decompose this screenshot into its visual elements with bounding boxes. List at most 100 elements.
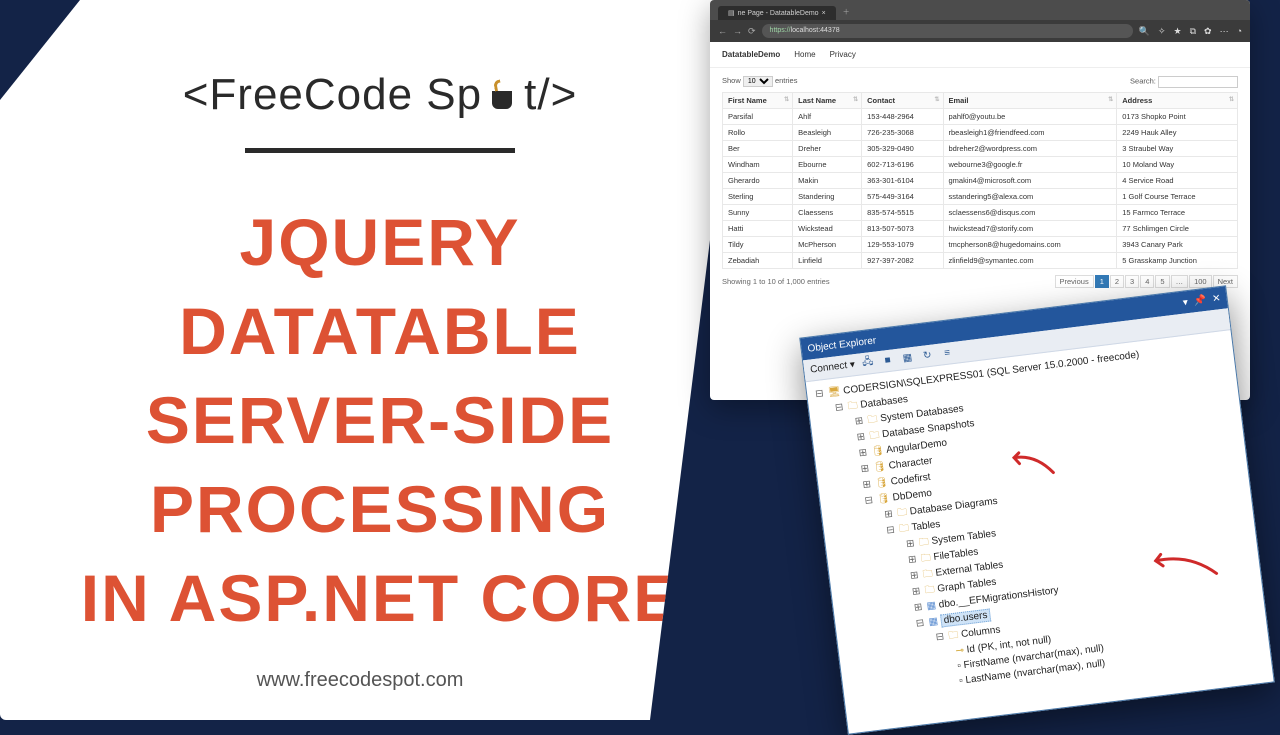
search-label: Search: (1130, 77, 1156, 86)
table-cell: 4 Service Road (1117, 173, 1238, 189)
datatable-length: Show 10 entries (722, 76, 797, 88)
table-cell: Ahlf (793, 109, 862, 125)
table-cell: Parsifal (723, 109, 793, 125)
pin-icon[interactable]: 📌 (1193, 294, 1207, 306)
new-tab-button[interactable]: ＋ (838, 4, 855, 20)
table-cell: Sunny (723, 205, 793, 221)
col-email[interactable]: Email (943, 93, 1117, 109)
close-icon[interactable]: ✕ (1212, 293, 1222, 305)
refresh-icon[interactable]: ⟳ (748, 26, 756, 37)
url-port: :44378 (818, 27, 839, 34)
datatable-info: Showing 1 to 10 of 1,000 entries (722, 277, 830, 286)
table-cell: 305-329-0490 (862, 141, 943, 157)
table-row[interactable]: SunnyClaessens835-574-5515sclaessens6@di… (723, 205, 1238, 221)
url-scheme: https:// (770, 27, 791, 34)
navbar-brand[interactable]: DatatableDemo (722, 50, 780, 59)
url-host: localhost (791, 27, 819, 34)
browser-action-icons: 🔍 ✧ ★ ⧉ ✿ ⋯ ◔ (1139, 26, 1242, 37)
length-select[interactable]: 10 (743, 76, 773, 87)
table-cell: 153-448-2964 (862, 109, 943, 125)
nav-link-privacy[interactable]: Privacy (830, 50, 856, 59)
table-cell: 835-574-5515 (862, 205, 943, 221)
table-cell: Wickstead (793, 221, 862, 237)
datatable: First Name Last Name Contact Email Addre… (722, 92, 1238, 269)
table-row[interactable]: ZebadiahLinfield927-397-2082zlinfield9@s… (723, 253, 1238, 269)
group-icon[interactable]: ≡ (939, 345, 955, 361)
table-cell: 726-235-3068 (862, 125, 943, 141)
nav-link-home[interactable]: Home (794, 50, 815, 59)
table-cell: 602-713-6196 (862, 157, 943, 173)
table-cell: rbeasleigh1@friendfeed.com (943, 125, 1117, 141)
back-icon[interactable]: ← (718, 26, 727, 36)
table-cell: Dreher (793, 141, 862, 157)
table-row[interactable]: ParsifalAhlf153-448-2964pahlf0@youtu.be0… (723, 109, 1238, 125)
pager-prev[interactable]: Previous (1055, 275, 1094, 288)
logo-text-right: t/> (524, 70, 577, 120)
table-cell: 5 Grasskamp Junction (1117, 253, 1238, 269)
table-cell: 363-301-6104 (862, 173, 943, 189)
address-bar[interactable]: https://localhost:44378 (762, 24, 1133, 38)
reader-icon[interactable]: ✧ (1158, 26, 1166, 37)
pager-page[interactable]: 3 (1125, 275, 1139, 288)
table-row[interactable]: WindhamEbourne602-713-6196webourne3@goog… (723, 157, 1238, 173)
table-cell: sstandering5@alexa.com (943, 189, 1117, 205)
connect-button[interactable]: Connect ▾ (810, 359, 856, 375)
tab-label: ne Page - DatatableDemo (738, 10, 819, 17)
forward-icon[interactable]: → (733, 26, 742, 36)
pager-page[interactable]: 4 (1140, 275, 1154, 288)
site-navbar: DatatableDemo Home Privacy (710, 42, 1250, 68)
table-cell: 575-449-3164 (862, 189, 943, 205)
collections-icon[interactable]: ⧉ (1190, 26, 1196, 37)
table-cell: pahlf0@youtu.be (943, 109, 1117, 125)
table-row[interactable]: SterlingStandering575-449-3164sstanderin… (723, 189, 1238, 205)
table-cell: 15 Farmco Terrace (1117, 205, 1238, 221)
disconnect-icon[interactable]: 🖧 (860, 355, 876, 371)
table-cell: sclaessens6@disqus.com (943, 205, 1117, 221)
length-suffix: entries (775, 76, 798, 85)
pager-page[interactable]: 5 (1155, 275, 1169, 288)
table-cell: 3 Straubel Way (1117, 141, 1238, 157)
favorites-icon[interactable]: ★ (1174, 26, 1182, 37)
extensions-icon[interactable]: ✿ (1204, 26, 1212, 37)
search-input[interactable] (1158, 76, 1238, 88)
stop-icon[interactable]: ■ (880, 353, 896, 369)
table-cell: bdreher2@wordpress.com (943, 141, 1117, 157)
pager-page[interactable]: 1 (1095, 275, 1109, 288)
refresh-icon[interactable]: ↻ (920, 348, 936, 364)
tab-close-icon[interactable]: × (822, 10, 826, 17)
table-cell: 1 Golf Course Terrace (1117, 189, 1238, 205)
table-cell: Rollo (723, 125, 793, 141)
browser-toolbar: ← → ⟳ https://localhost:44378 🔍 ✧ ★ ⧉ ✿ … (710, 20, 1250, 42)
col-contact[interactable]: Contact (862, 93, 943, 109)
table-cell: tmcpherson8@hugedomains.com (943, 237, 1117, 253)
promo-title: JQuery Datatable Server-side processing … (60, 198, 700, 643)
table-row[interactable]: GherardoMakin363-301-6104gmakin4@microso… (723, 173, 1238, 189)
profile-icon[interactable]: ◔ (1237, 26, 1242, 37)
browser-tab[interactable]: ▤ ne Page - DatatableDemo × (718, 6, 836, 20)
pager-page[interactable]: 2 (1110, 275, 1124, 288)
pager-page[interactable]: 100 (1189, 275, 1212, 288)
logo-text-left: <FreeCode Sp (183, 70, 482, 120)
table-row[interactable]: BerDreher305-329-0490bdreher2@wordpress.… (723, 141, 1238, 157)
table-cell: hwickstead7@storify.com (943, 221, 1117, 237)
table-cell: Gherardo (723, 173, 793, 189)
col-address[interactable]: Address (1117, 93, 1238, 109)
coffee-mug-icon (488, 81, 518, 109)
table-row[interactable]: RolloBeasleigh726-235-3068rbeasleigh1@fr… (723, 125, 1238, 141)
search-icon[interactable]: 🔍 (1139, 26, 1150, 37)
promo-panel: <FreeCode Sp t/> JQuery Datatable Server… (0, 0, 740, 720)
table-row[interactable]: HattiWickstead813-507-5073hwickstead7@st… (723, 221, 1238, 237)
ssms-title-text: Object Explorer (807, 335, 877, 354)
table-cell: Sterling (723, 189, 793, 205)
menu-icon[interactable]: ⋯ (1220, 26, 1229, 37)
table-row[interactable]: TildyMcPherson129-553-1079tmcpherson8@hu… (723, 237, 1238, 253)
footer-url: www.freecodespot.com (0, 669, 720, 692)
table-cell: 2249 Hauk Alley (1117, 125, 1238, 141)
col-firstname[interactable]: First Name (723, 93, 793, 109)
dropdown-icon[interactable]: ▾ (1182, 297, 1188, 309)
table-cell: zlinfield9@symantec.com (943, 253, 1117, 269)
table-cell: McPherson (793, 237, 862, 253)
col-lastname[interactable]: Last Name (793, 93, 862, 109)
filter-icon[interactable]: ▦ (900, 350, 916, 366)
table-cell: 0173 Shopko Point (1117, 109, 1238, 125)
